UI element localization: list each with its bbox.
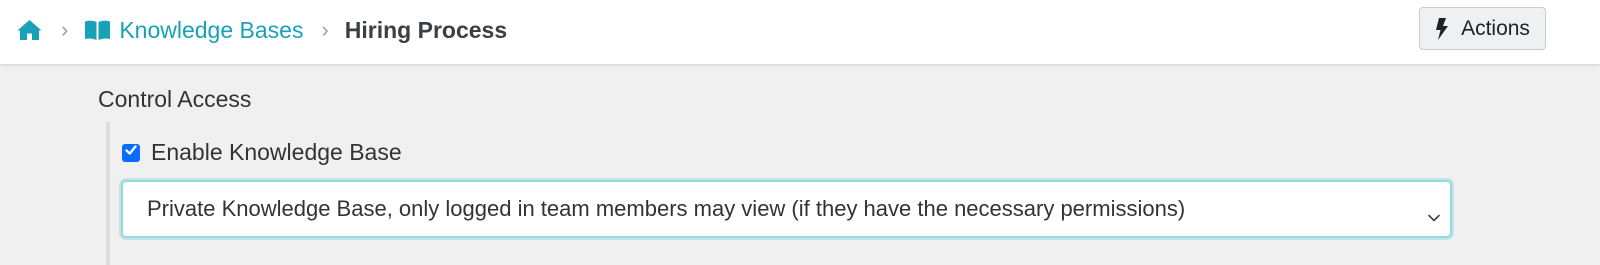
breadcrumb: › Knowledge Bases › Hiring Process — [16, 0, 507, 60]
visibility-select-value: Private Knowledge Base, only logged in t… — [147, 196, 1186, 221]
checkmark-icon — [124, 143, 138, 162]
home-icon — [16, 18, 43, 42]
actions-button[interactable]: Actions — [1419, 7, 1546, 50]
section-title: Control Access — [98, 86, 252, 112]
visibility-select[interactable]: Private Knowledge Base, only logged in t… — [121, 180, 1452, 238]
breadcrumb-knowledge-bases[interactable]: Knowledge Bases — [84, 17, 303, 44]
breadcrumb-current-page: Hiring Process — [344, 16, 508, 43]
actions-button-label: Actions — [1461, 16, 1530, 40]
section-indent-rail — [106, 122, 110, 265]
top-navigation-bar: › Knowledge Bases › Hiring Process Actio… — [0, 0, 1600, 64]
bolt-icon — [1435, 17, 1449, 40]
chevron-down-icon — [1427, 203, 1441, 229]
enable-knowledge-base-checkbox[interactable] — [122, 143, 140, 162]
enable-knowledge-base-row: Enable Knowledge Base — [122, 139, 402, 166]
breadcrumb-knowledge-bases-label: Knowledge Bases — [119, 16, 304, 43]
open-book-icon — [84, 19, 111, 41]
home-link[interactable] — [16, 18, 43, 42]
breadcrumb-separator: › — [321, 17, 329, 42]
breadcrumb-separator: › — [61, 17, 69, 42]
enable-knowledge-base-label[interactable]: Enable Knowledge Base — [151, 139, 402, 166]
